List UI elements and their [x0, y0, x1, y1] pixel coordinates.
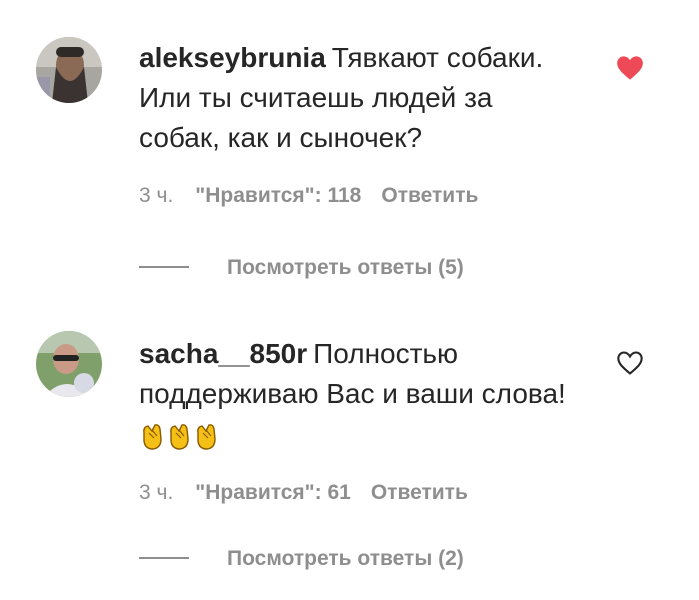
view-replies-button[interactable]: Посмотреть ответы (2)	[139, 547, 464, 571]
divider	[139, 266, 189, 269]
reply-button[interactable]: Ответить	[381, 184, 478, 208]
reply-button[interactable]: Ответить	[371, 481, 468, 505]
view-replies-label: Посмотреть ответы (5)	[227, 256, 464, 279]
comment-text: sacha__850r Полностью поддерживаю Вас и в…	[139, 334, 579, 454]
view-replies-label: Посмотреть ответы (2)	[227, 547, 464, 570]
comment-meta: 3 ч. "Нравится": 118 Ответить	[139, 184, 478, 208]
view-replies-button[interactable]: Посмотреть ответы (5)	[139, 256, 464, 280]
comment-item: alekseybrunia Тявкают собаки. Или ты счит…	[0, 0, 699, 300]
comment-text: alekseybrunia Тявкают собаки. Или ты счит…	[139, 38, 579, 158]
comment-time[interactable]: 3 ч.	[139, 481, 173, 505]
heart-filled-icon[interactable]	[616, 55, 644, 81]
avatar[interactable]	[36, 37, 102, 103]
username-link[interactable]: sacha__850r	[139, 338, 307, 369]
comment-item: sacha__850r Полностью поддерживаю Вас и в…	[0, 300, 699, 600]
clapping-hands-emoji	[139, 418, 220, 450]
comment-time[interactable]: 3 ч.	[139, 184, 173, 208]
username-link[interactable]: alekseybrunia	[139, 42, 326, 73]
likes-count[interactable]: "Нравится": 61	[195, 481, 351, 505]
comment-meta: 3 ч. "Нравится": 61 Ответить	[139, 481, 468, 505]
heart-outline-icon[interactable]	[616, 350, 644, 376]
avatar[interactable]	[36, 331, 102, 397]
likes-count[interactable]: "Нравится": 118	[195, 184, 361, 208]
divider	[139, 557, 189, 560]
